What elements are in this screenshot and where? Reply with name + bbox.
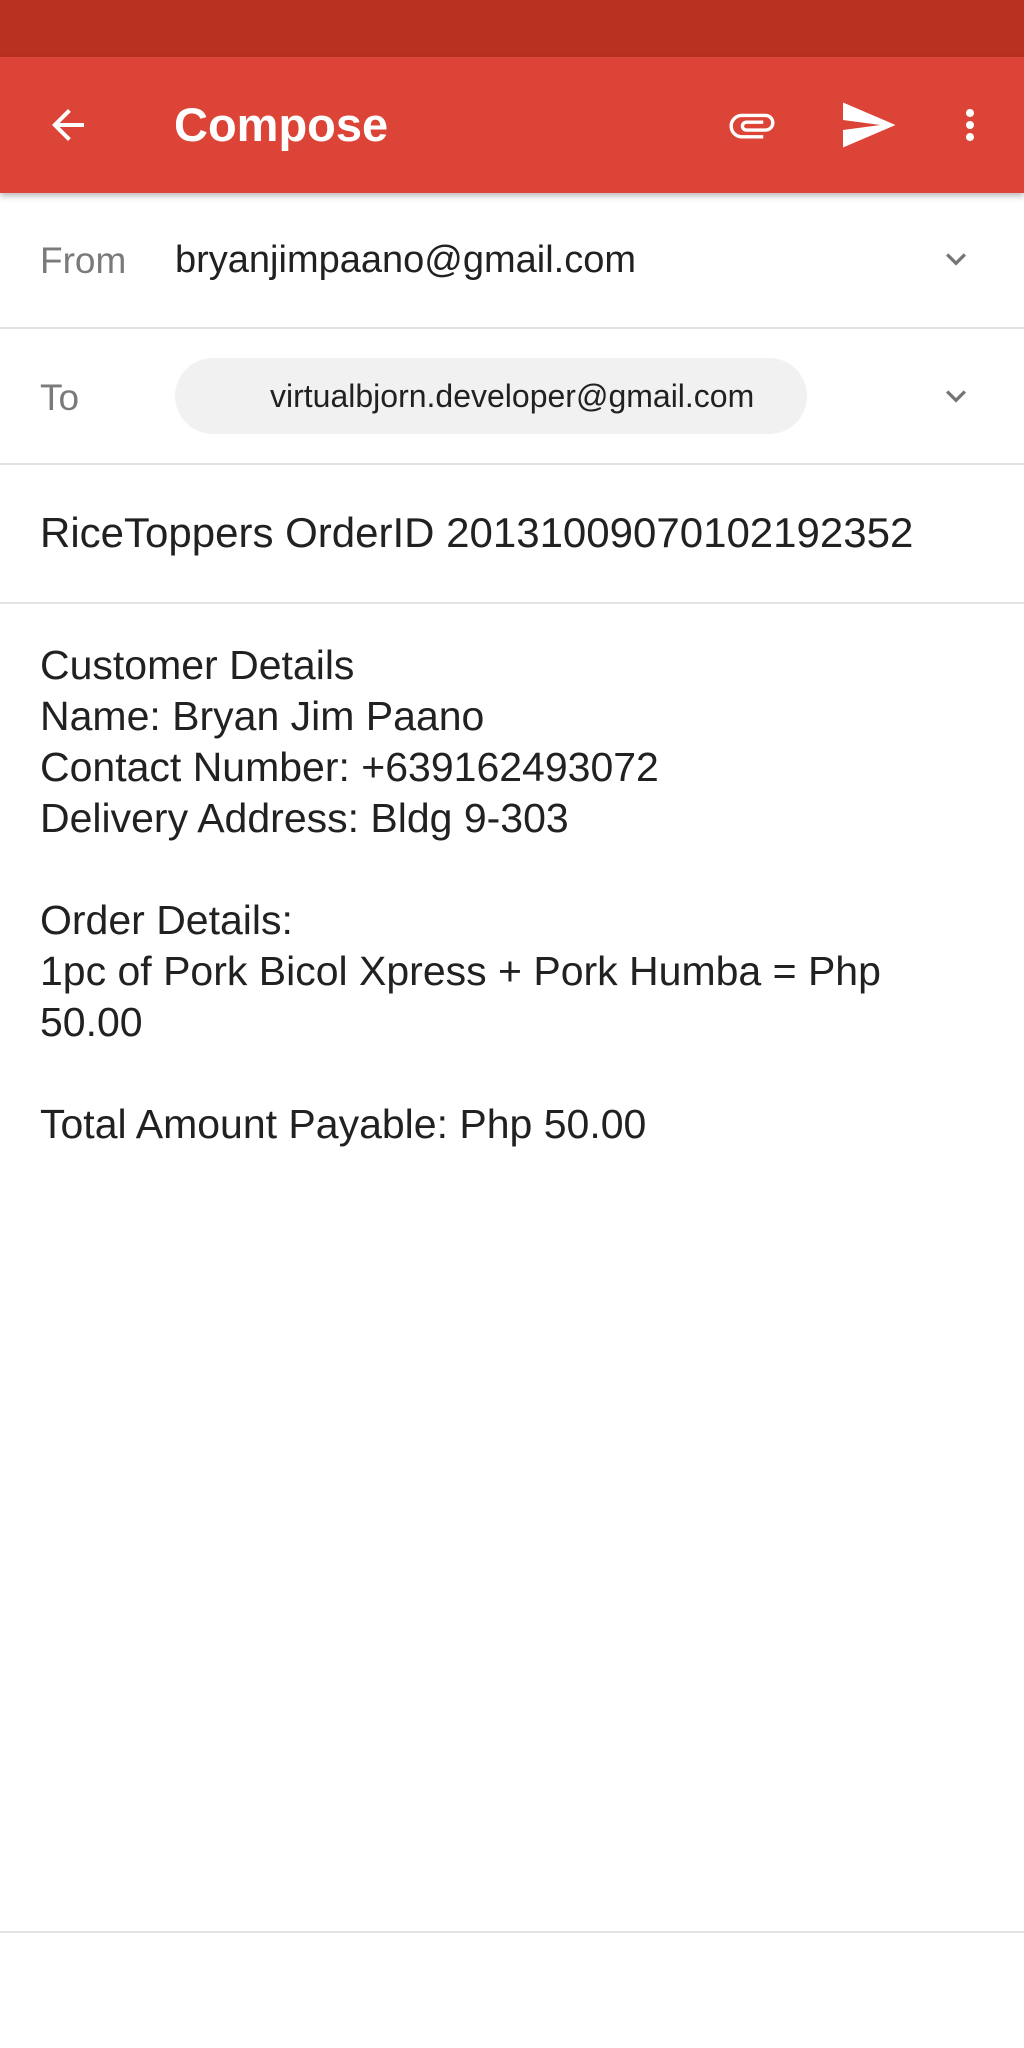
status-bar [0, 0, 1024, 57]
from-dropdown-button[interactable] [930, 233, 982, 285]
to-row: To virtualbjorn.developer@gmail.com [0, 329, 1024, 465]
subject-row: RiceToppers OrderID 20131009070102192352 [0, 465, 1024, 604]
body-address: Delivery Address: Bldg 9-303 [40, 795, 569, 841]
body-blank-line [40, 1048, 990, 1099]
back-button[interactable] [20, 57, 116, 193]
recipient-chip[interactable]: virtualbjorn.developer@gmail.com [175, 358, 807, 434]
send-button[interactable] [820, 57, 916, 193]
arrow-back-icon [52, 109, 84, 141]
body-customer-heading: Customer Details [40, 642, 355, 688]
more-vert-icon [966, 109, 974, 141]
body-order-line: 1pc of Pork Bicol Xpress + Pork Humba = … [40, 948, 881, 994]
body-blank-line [40, 844, 990, 895]
compose-body[interactable]: Customer Details Name: Bryan Jim Paano C… [40, 640, 990, 1150]
subject-field[interactable]: RiceToppers OrderID 20131009070102192352 [40, 509, 913, 557]
body-contact: Contact Number: +639162493072 [40, 744, 659, 790]
body-order-line-amount: 50.00 [40, 999, 143, 1045]
send-icon [843, 102, 896, 148]
body-total: Total Amount Payable: Php 50.00 [40, 1101, 647, 1147]
bottom-divider [0, 1931, 1024, 1933]
chevron-down-icon [946, 390, 966, 403]
chevron-down-icon [946, 253, 966, 266]
app-bar: Compose [0, 57, 1024, 193]
to-expand-button[interactable] [930, 370, 982, 422]
from-account[interactable]: bryanjimpaano@gmail.com [175, 239, 636, 282]
to-label: To [40, 377, 80, 418]
body-order-heading: Order Details: [40, 897, 293, 943]
paperclip-icon [729, 113, 775, 139]
attach-button[interactable] [704, 57, 800, 193]
from-row: From bryanjimpaano@gmail.com [0, 193, 1024, 329]
from-label: From [40, 240, 127, 281]
body-name: Name: Bryan Jim Paano [40, 693, 485, 739]
page-title: Compose [174, 98, 389, 151]
more-options-button[interactable] [922, 57, 1018, 193]
